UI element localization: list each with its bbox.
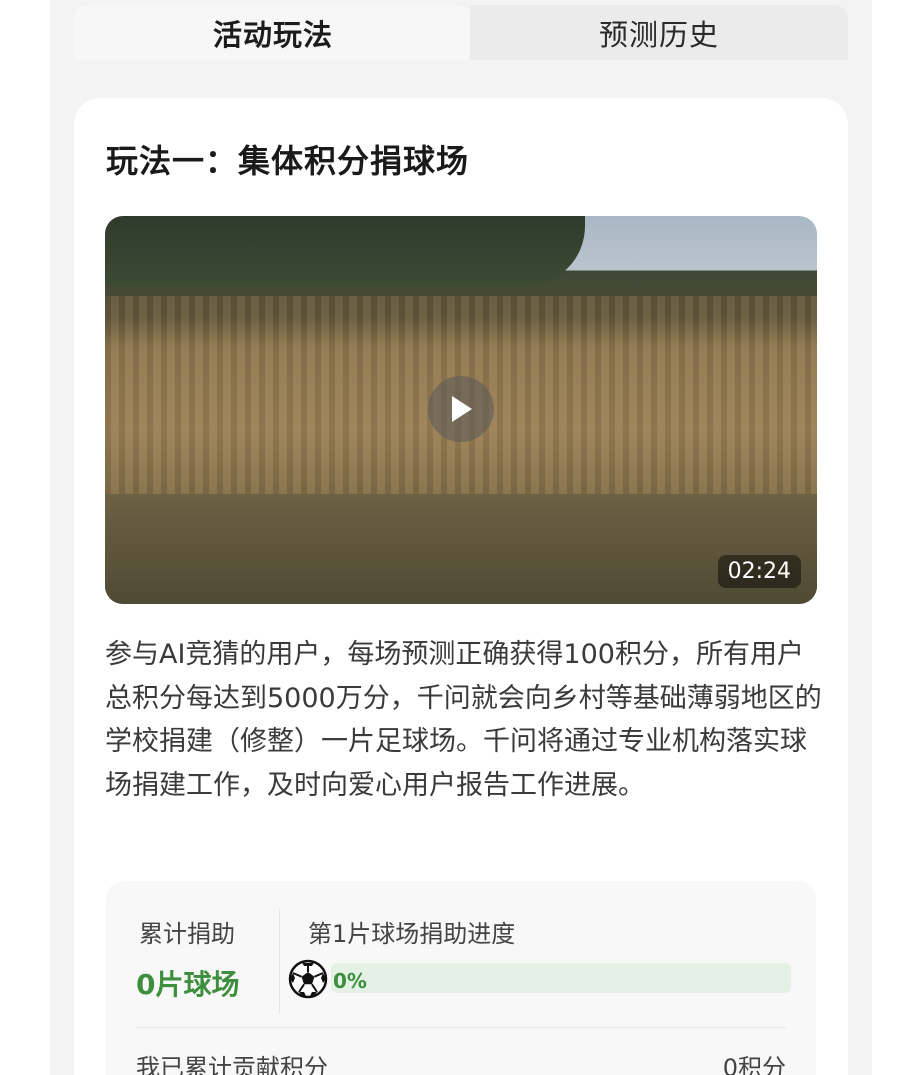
video-duration: 02:24: [717, 555, 801, 588]
progress-bar: [331, 963, 791, 993]
play-icon: [452, 396, 472, 422]
stats-divider-vertical: [279, 909, 280, 1014]
tab-activity[interactable]: 活动玩法: [74, 5, 472, 60]
soccer-ball-icon: [288, 959, 328, 999]
stats-divider-horizontal: [136, 1027, 786, 1028]
play-button[interactable]: [428, 376, 494, 442]
contribution-label: 我已累计贡献积分: [136, 1054, 328, 1075]
progress-percent: 0%: [333, 969, 367, 993]
contribution-value: 0积分: [722, 1054, 786, 1075]
progress-label: 第1片球场捐助进度: [308, 920, 516, 948]
total-donation-label: 累计捐助: [139, 920, 235, 948]
section-title: 玩法一：集体积分捐球场: [106, 142, 470, 180]
total-donation-value: 0片球场: [136, 968, 240, 1001]
video-thumbnail-ground: [105, 494, 817, 604]
activity-card: 玩法一：集体积分捐球场 02:24 参与AI竞猜的用户，每场预测正确获得100积…: [74, 98, 848, 1075]
tab-history[interactable]: 预测历史: [470, 5, 848, 60]
page-panel: 活动玩法 预测历史 玩法一：集体积分捐球场 02:24 参与AI竞猜的用户，每场…: [50, 0, 872, 1075]
donation-stats: 累计捐助 0片球场 第1片球场捐助进度 0% 我已累计贡献积分 0积分: [106, 881, 816, 1075]
video-thumbnail-trees: [105, 216, 585, 286]
video-player[interactable]: 02:24: [105, 216, 817, 604]
activity-description: 参与AI竞猜的用户，每场预测正确获得100积分，所有用户总积分每达到5000万分…: [105, 639, 822, 801]
